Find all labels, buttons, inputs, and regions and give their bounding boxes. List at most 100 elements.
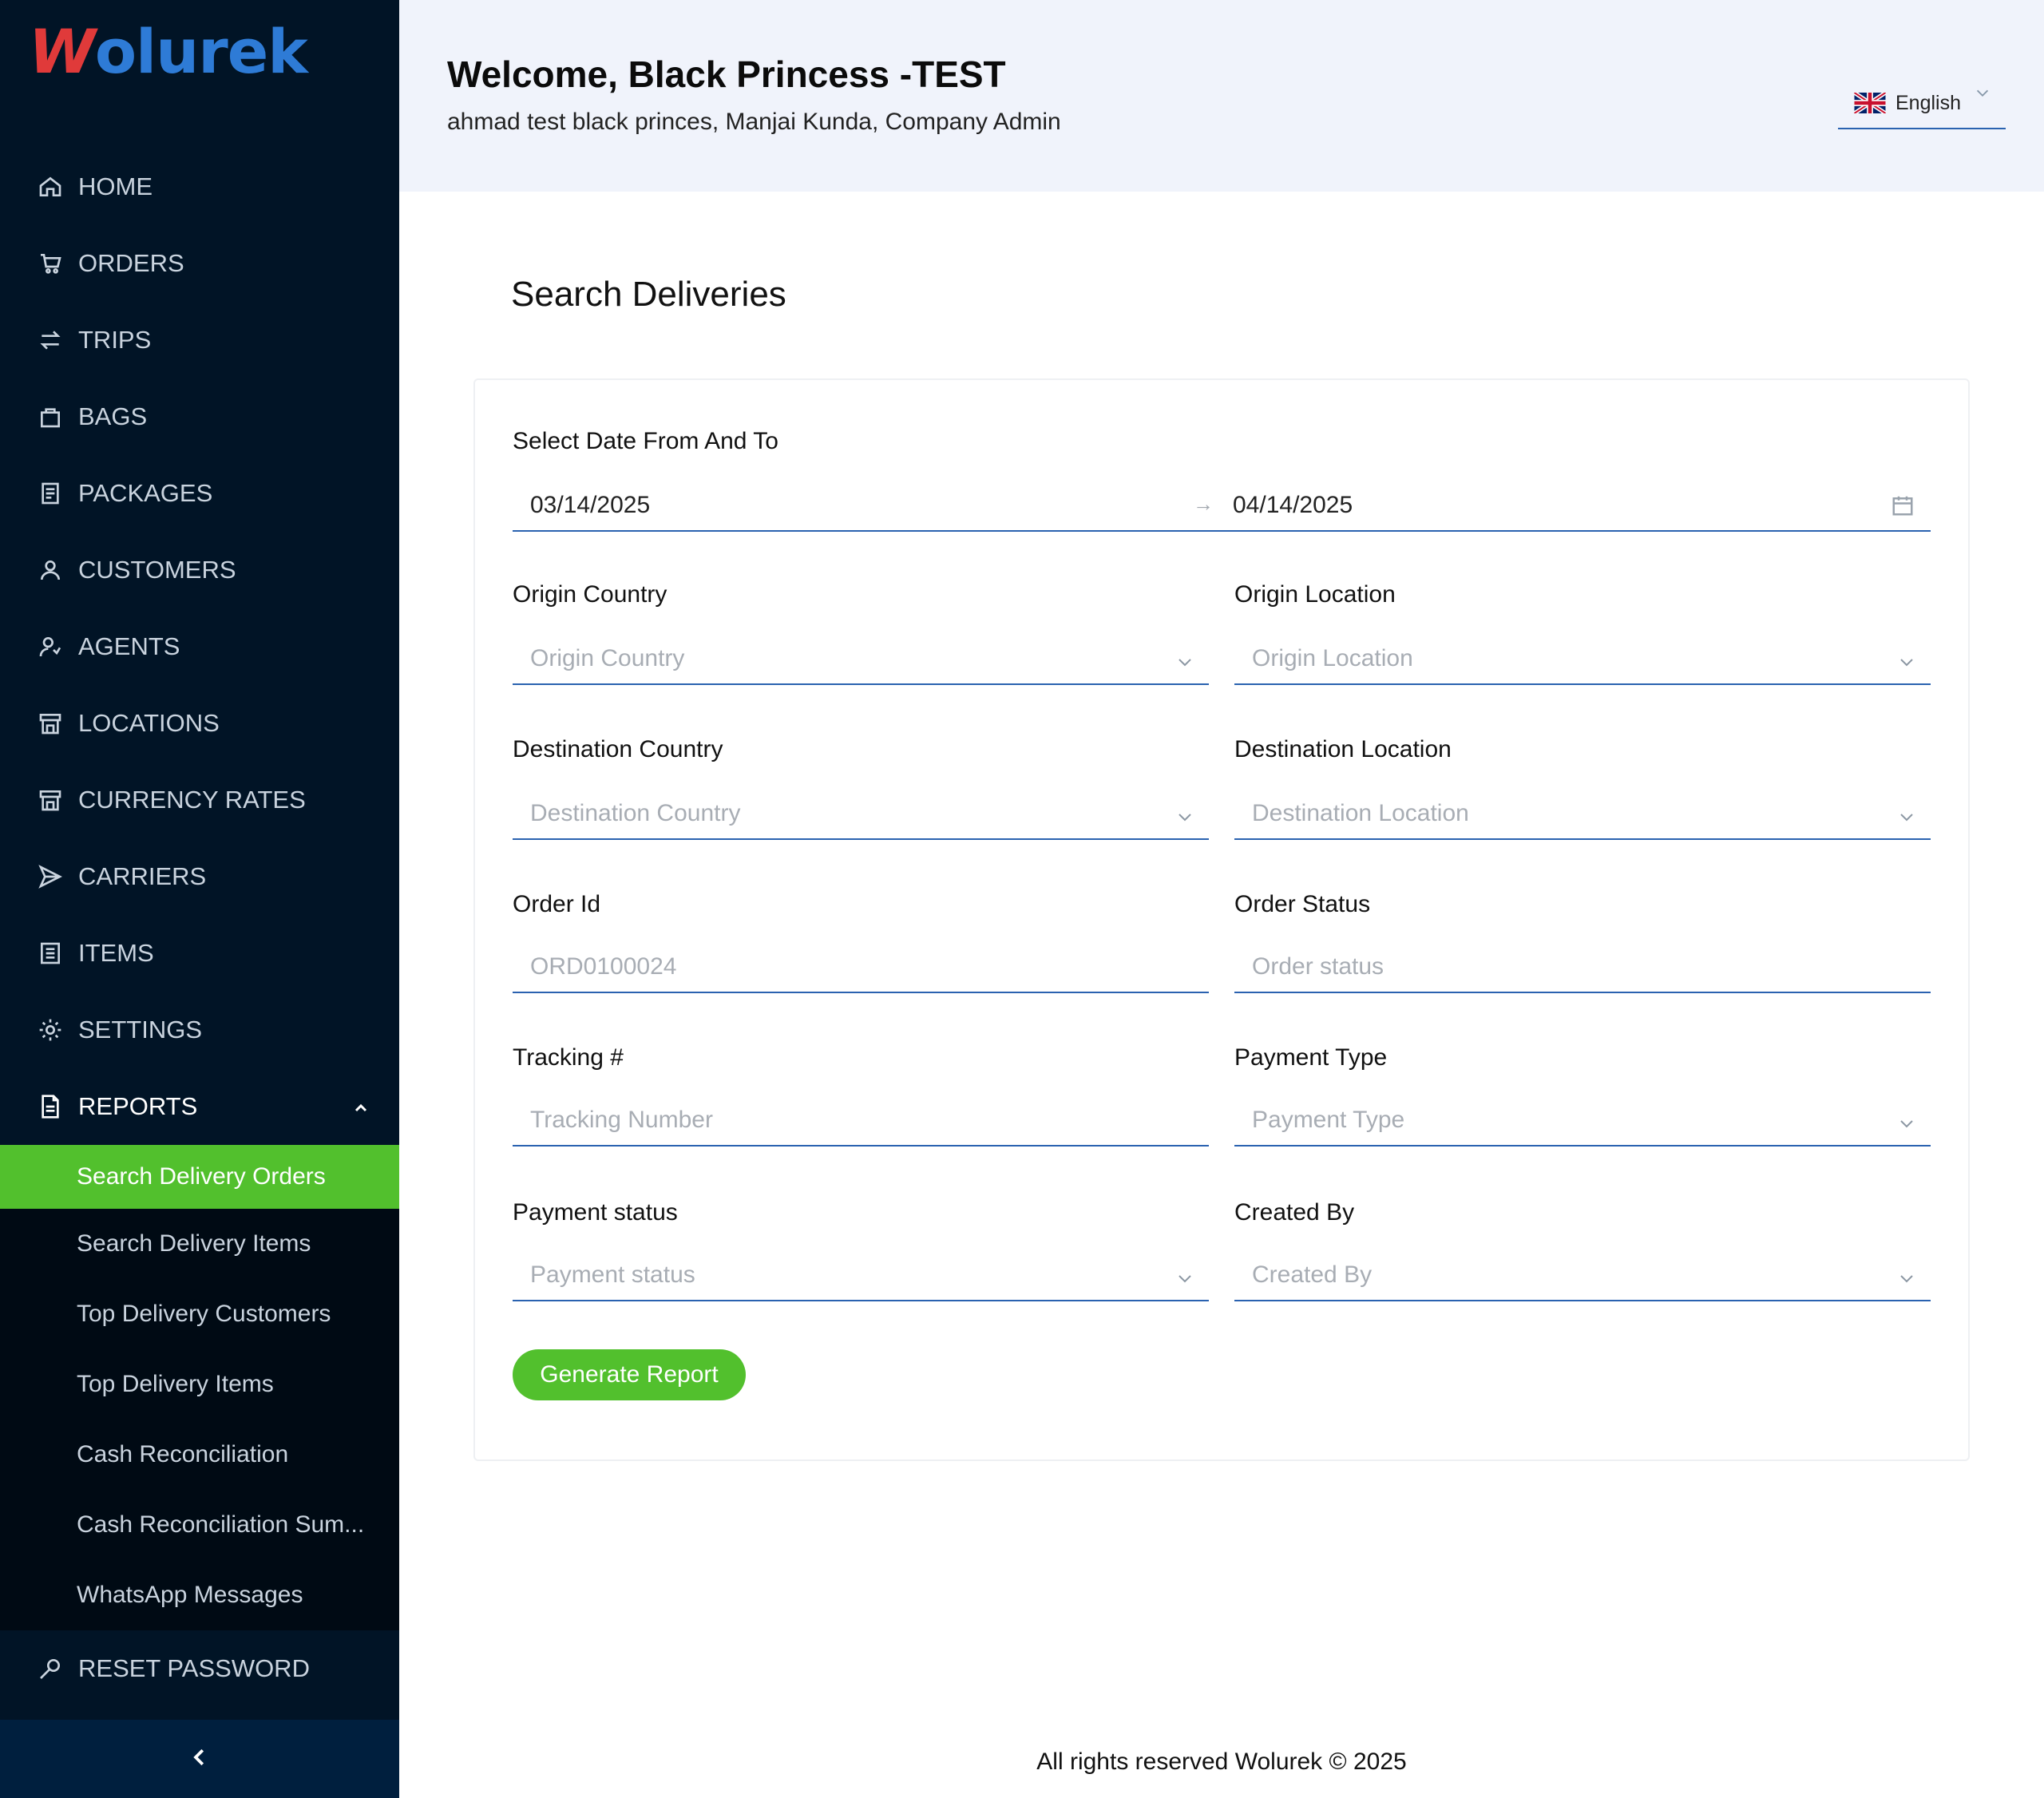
sidebar: Wolurek HOME ORDERS TRIPS BAGS PACKAGES … xyxy=(0,0,399,1798)
sidebar-item-label: LOCATIONS xyxy=(78,709,220,737)
payment-type-select[interactable]: Payment Type xyxy=(1234,1095,1931,1147)
tracking-label: Tracking # xyxy=(513,1044,624,1071)
calendar-icon xyxy=(1891,493,1915,524)
chevron-down-icon xyxy=(1897,651,1916,679)
sidebar-item-locations[interactable]: LOCATIONS xyxy=(0,685,399,762)
logo-w: W xyxy=(29,15,96,87)
destination-country-select[interactable]: Destination Country xyxy=(513,789,1209,840)
sidebar-item-label: CURRENCY RATES xyxy=(78,786,306,814)
order-id-placeholder: ORD0100024 xyxy=(530,953,677,980)
logo[interactable]: Wolurek xyxy=(29,16,308,87)
origin-location-placeholder: Origin Location xyxy=(1252,645,1413,671)
cart-icon xyxy=(37,250,64,277)
sidebar-item-label: PACKAGES xyxy=(78,479,213,507)
list-icon xyxy=(37,940,64,967)
submenu-item-top-delivery-customers[interactable]: Top Delivery Customers xyxy=(0,1279,399,1349)
sidebar-item-orders[interactable]: ORDERS xyxy=(0,225,399,302)
order-id-label: Order Id xyxy=(513,891,601,917)
sidebar-item-carriers[interactable]: CARRIERS xyxy=(0,838,399,915)
submenu-item-search-delivery-items[interactable]: Search Delivery Items xyxy=(0,1209,399,1279)
sidebar-item-packages[interactable]: PACKAGES xyxy=(0,455,399,532)
order-status-input[interactable]: Order status xyxy=(1234,942,1931,993)
order-status-placeholder: Order status xyxy=(1252,953,1384,980)
destination-location-placeholder: Destination Location xyxy=(1252,800,1469,826)
package-icon xyxy=(37,480,64,507)
origin-location-label: Origin Location xyxy=(1234,581,1396,608)
bag-icon xyxy=(37,403,64,430)
created-by-select[interactable]: Created By xyxy=(1234,1250,1931,1301)
language-label: English xyxy=(1895,91,1961,114)
sidebar-item-settings[interactable]: SETTINGS xyxy=(0,992,399,1068)
chevron-down-icon xyxy=(1175,1268,1194,1295)
submenu-item-cash-reconciliation[interactable]: Cash Reconciliation xyxy=(0,1420,399,1490)
sidebar-item-label: HOME xyxy=(78,172,153,200)
user-icon xyxy=(37,556,64,584)
sidebar-item-label: RESET PASSWORD xyxy=(78,1654,310,1682)
uk-flag-icon xyxy=(1854,93,1886,113)
chevron-down-icon xyxy=(1897,1113,1916,1140)
origin-country-placeholder: Origin Country xyxy=(530,645,685,671)
destination-location-label: Destination Location xyxy=(1234,736,1452,762)
payment-status-label: Payment status xyxy=(513,1199,678,1226)
header: Welcome, Black Princess -TEST ahmad test… xyxy=(399,0,2044,192)
sidebar-item-reports[interactable]: REPORTS xyxy=(0,1068,399,1145)
submenu-item-search-delivery-orders[interactable]: Search Delivery Orders xyxy=(0,1145,399,1209)
sidebar-item-label: AGENTS xyxy=(78,632,180,660)
order-id-input[interactable]: ORD0100024 xyxy=(513,942,1209,993)
chevron-down-icon xyxy=(1974,85,1991,108)
sidebar-item-currency-rates[interactable]: CURRENCY RATES xyxy=(0,762,399,838)
user-info: ahmad test black princes, Manjai Kunda, … xyxy=(447,109,1061,135)
created-by-label: Created By xyxy=(1234,1199,1355,1226)
home-icon xyxy=(37,173,64,200)
chevron-down-icon xyxy=(1897,1268,1916,1295)
welcome-title: Welcome, Black Princess -TEST xyxy=(447,53,1006,95)
chevron-down-icon xyxy=(1897,806,1916,834)
submenu-item-top-delivery-items[interactable]: Top Delivery Items xyxy=(0,1349,399,1420)
store-icon xyxy=(37,786,64,814)
sidebar-nav: HOME ORDERS TRIPS BAGS PACKAGES CUSTOMER… xyxy=(0,149,399,1707)
reports-submenu: Search Delivery Orders Search Delivery I… xyxy=(0,1145,399,1630)
sidebar-item-bags[interactable]: BAGS xyxy=(0,378,399,455)
order-status-label: Order Status xyxy=(1234,891,1371,917)
destination-location-select[interactable]: Destination Location xyxy=(1234,789,1931,840)
submenu-item-whatsapp-messages[interactable]: WhatsApp Messages xyxy=(0,1560,399,1630)
chevron-up-icon xyxy=(351,1095,370,1115)
origin-country-label: Origin Country xyxy=(513,581,667,608)
generate-report-button[interactable]: Generate Report xyxy=(513,1349,746,1400)
arrow-right-icon: → xyxy=(1193,492,1214,516)
document-icon xyxy=(37,1093,64,1120)
payment-status-placeholder: Payment status xyxy=(530,1261,695,1288)
store-icon xyxy=(37,710,64,737)
chevron-down-icon xyxy=(1175,651,1194,679)
sidebar-item-reset-password[interactable]: RESET PASSWORD xyxy=(0,1630,399,1707)
sidebar-item-agents[interactable]: AGENTS xyxy=(0,608,399,685)
sidebar-item-label: BAGS xyxy=(78,402,148,430)
sidebar-item-label: REPORTS xyxy=(78,1092,198,1120)
sidebar-item-customers[interactable]: CUSTOMERS xyxy=(0,532,399,608)
logo-text: olurek xyxy=(94,15,308,87)
destination-country-label: Destination Country xyxy=(513,736,723,762)
chevron-down-icon xyxy=(1175,806,1194,834)
key-icon xyxy=(37,1655,64,1682)
destination-country-placeholder: Destination Country xyxy=(530,800,741,826)
sidebar-item-label: TRIPS xyxy=(78,326,152,354)
sidebar-item-items[interactable]: ITEMS xyxy=(0,915,399,992)
date-to-value[interactable]: 04/14/2025 xyxy=(1233,492,1353,519)
origin-country-select[interactable]: Origin Country xyxy=(513,634,1209,685)
sidebar-item-home[interactable]: HOME xyxy=(0,149,399,225)
send-icon xyxy=(37,863,64,890)
payment-status-select[interactable]: Payment status xyxy=(513,1250,1209,1301)
date-range-label: Select Date From And To xyxy=(513,428,778,454)
sidebar-collapse-button[interactable] xyxy=(0,1720,399,1798)
submenu-item-cash-reconciliation-summary[interactable]: Cash Reconciliation Sum... xyxy=(0,1490,399,1560)
date-from-value[interactable]: 03/14/2025 xyxy=(530,492,650,519)
created-by-placeholder: Created By xyxy=(1252,1261,1373,1288)
tracking-number-input[interactable]: Tracking Number xyxy=(513,1095,1209,1147)
date-range-picker[interactable]: 03/14/2025 → 04/14/2025 xyxy=(513,481,1931,532)
origin-location-select[interactable]: Origin Location xyxy=(1234,634,1931,685)
footer-copyright: All rights reserved Wolurek © 2025 xyxy=(1036,1748,1407,1775)
language-select[interactable]: English xyxy=(1838,78,2006,129)
gear-icon xyxy=(37,1016,64,1044)
sidebar-item-trips[interactable]: TRIPS xyxy=(0,302,399,378)
chevron-left-icon xyxy=(188,1745,212,1773)
